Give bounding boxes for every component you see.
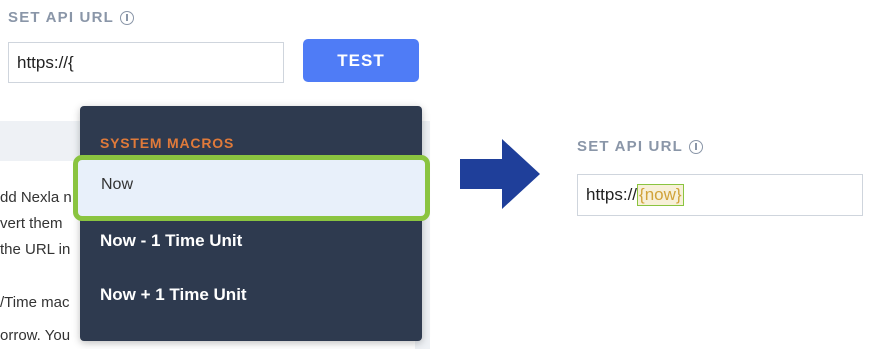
api-url-label-result: SET API URL xyxy=(577,138,703,155)
macro-tag: {now} xyxy=(637,184,684,206)
right-arrow-icon xyxy=(460,139,540,209)
dropdown-header: SYSTEM MACROS xyxy=(100,135,235,151)
dropdown-item-now-label: Now xyxy=(101,176,134,193)
dropdown-item-now-minus[interactable]: Now - 1 Time Unit xyxy=(100,231,242,251)
api-url-label-text: SET API URL xyxy=(8,9,114,26)
api-url-label: SET API URL xyxy=(8,9,134,26)
bg-text-line: dd Nexla n xyxy=(0,189,72,206)
info-icon[interactable] xyxy=(119,10,134,25)
bg-text-line: vert them xyxy=(0,215,63,232)
dropdown-item-now-plus[interactable]: Now + 1 Time Unit xyxy=(100,285,247,305)
info-icon[interactable] xyxy=(688,139,703,154)
test-button[interactable]: TEST xyxy=(303,39,419,82)
api-url-label-result-text: SET API URL xyxy=(577,138,683,155)
api-url-input-value: https://{ xyxy=(17,52,74,72)
system-macros-dropdown: SYSTEM MACROS Now - 1 Time Unit Now + 1 … xyxy=(80,106,422,341)
dropdown-item-now[interactable]: Now xyxy=(73,155,430,221)
bg-text-line: orrow. You xyxy=(0,327,71,344)
api-url-input[interactable]: https://{ xyxy=(8,42,284,83)
api-url-input-result[interactable]: https://{now} xyxy=(577,174,863,216)
api-url-input-prefix: https:// xyxy=(586,185,638,204)
bg-text-line: /Time mac xyxy=(0,294,70,311)
bg-text-line: the URL in xyxy=(0,241,71,258)
